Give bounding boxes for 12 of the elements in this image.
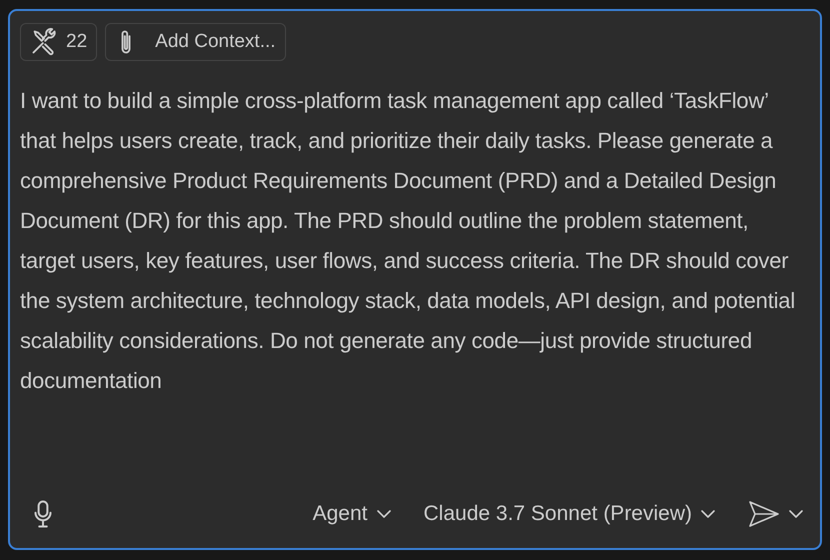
tools-button[interactable]: 22 — [20, 23, 98, 61]
chevron-down-icon — [376, 509, 392, 519]
send-icon — [748, 500, 780, 528]
mode-dropdown[interactable]: Agent — [312, 498, 392, 530]
chevron-down-icon — [700, 509, 716, 519]
chevron-down-icon — [788, 509, 804, 519]
tools-icon — [30, 28, 58, 56]
send-button[interactable] — [748, 500, 804, 528]
prompt-text[interactable]: I want to build a simple cross-platform task management app called ‘TaskFlow’ that helps users create, track, and prioritize their daily tasks. Please generate a comprehensive Product Requirements Document (PRD) and a Detailed Design Document (DR) for this app. The PRD should outline the problem statement, target users, key features, user flows, and success criteria. The DR should cover the system architecture, technology stack, data models, API design, and potential scalability considerations. Do not generate any code—just provide structured documentation — [20, 81, 802, 496]
add-context-button[interactable]: Add Context... — [105, 23, 286, 61]
model-dropdown[interactable]: Claude 3.7 Sonnet (Preview) — [424, 498, 716, 530]
microphone-icon[interactable] — [32, 499, 54, 529]
